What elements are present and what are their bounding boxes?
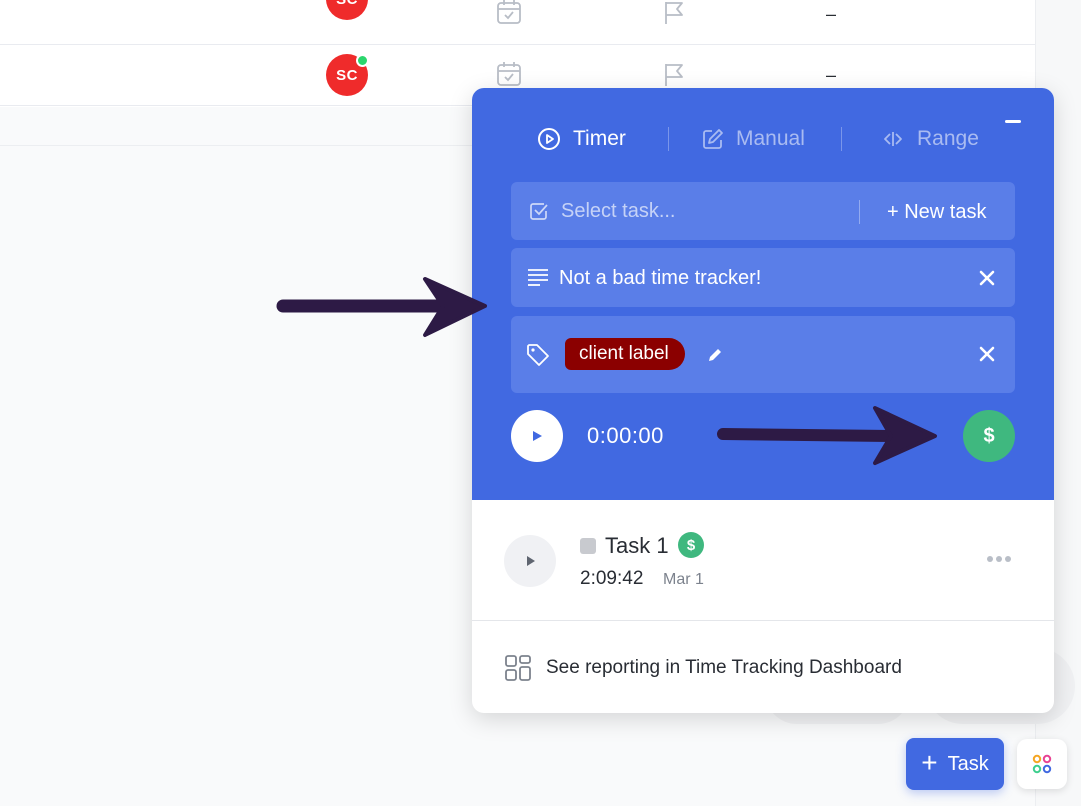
reporting-dashboard-link[interactable]: See reporting in Time Tracking Dashboard xyxy=(504,653,902,683)
time-tracker-popup: Timer Manual Range Select task... + New … xyxy=(472,88,1054,713)
table-row[interactable]: SC – xyxy=(0,0,1035,45)
tab-separator xyxy=(668,127,669,151)
timer-readout: 0:00:00 xyxy=(587,423,664,448)
clear-description-icon[interactable] xyxy=(977,268,997,288)
apps-menu-button[interactable] xyxy=(1017,739,1067,789)
tab-label: Range xyxy=(917,127,979,150)
new-task-button[interactable]: + New task xyxy=(887,201,986,224)
timer-mode-tabs: Timer Manual Range xyxy=(472,123,1054,155)
tab-label: Timer xyxy=(573,127,626,150)
avatar[interactable]: SC xyxy=(326,54,369,96)
tab-manual[interactable]: Manual xyxy=(702,123,805,155)
resume-entry-button[interactable] xyxy=(504,535,556,587)
screen: SC – SC – xyxy=(0,0,1081,806)
dollar-icon: $ xyxy=(686,536,696,554)
avatar-initials: SC xyxy=(336,66,358,84)
entry-task-name[interactable]: Task 1 xyxy=(605,533,669,559)
tab-range[interactable]: Range xyxy=(881,123,979,155)
entry-date: Mar 1 xyxy=(663,571,704,588)
range-arrows-icon xyxy=(884,132,902,146)
start-timer-button[interactable] xyxy=(511,410,563,462)
tab-separator xyxy=(841,127,842,151)
text-lines-icon xyxy=(528,269,548,286)
tab-timer[interactable]: Timer xyxy=(537,123,626,155)
edit-pencil-icon[interactable] xyxy=(706,346,724,364)
tag-chip[interactable]: client label xyxy=(565,338,685,370)
tag-icon xyxy=(527,344,549,366)
apps-grid-icon xyxy=(1032,754,1052,774)
flag-icon[interactable] xyxy=(662,62,688,88)
pencil-square-icon xyxy=(703,129,723,149)
field-separator xyxy=(859,200,860,224)
annotation-arrow-icon xyxy=(276,277,487,337)
dollar-icon: $ xyxy=(983,424,995,447)
billable-toggle-button[interactable]: $ xyxy=(963,410,1015,462)
tags-field[interactable]: client label xyxy=(511,316,1015,393)
tab-label: Manual xyxy=(736,127,805,150)
avatar[interactable]: SC xyxy=(326,0,368,20)
time-entry-row[interactable]: Task 1 $ 2:09:42 Mar 1 xyxy=(472,500,1054,621)
task-status-indicator xyxy=(580,538,596,554)
task-select-placeholder[interactable]: Select task... xyxy=(561,200,676,223)
entry-duration: 2:09:42 xyxy=(580,568,644,589)
description-value[interactable]: Not a bad time tracker! xyxy=(559,267,761,290)
avatar-initials: SC xyxy=(336,0,358,8)
checkbox-icon xyxy=(530,203,548,220)
annotation-arrow-icon xyxy=(717,406,937,465)
add-task-button[interactable]: + Task xyxy=(906,738,1004,790)
task-select-field[interactable]: Select task... + New task xyxy=(511,182,1015,240)
online-status-dot xyxy=(356,54,369,67)
calendar-icon[interactable] xyxy=(496,61,522,87)
dashboard-grid-icon xyxy=(505,655,531,681)
more-options-icon[interactable] xyxy=(987,556,1011,562)
add-task-label: Task xyxy=(947,752,989,775)
flag-icon[interactable] xyxy=(662,0,688,26)
priority-value: – xyxy=(826,4,837,24)
description-field[interactable]: Not a bad time tracker! xyxy=(511,248,1015,307)
reporting-link-label: See reporting in Time Tracking Dashboard xyxy=(546,657,902,678)
calendar-icon[interactable] xyxy=(496,0,522,25)
play-icon xyxy=(527,556,535,566)
plus-icon: + xyxy=(921,746,938,778)
clear-tags-icon[interactable] xyxy=(977,344,997,364)
priority-value: – xyxy=(826,65,837,85)
billable-badge: $ xyxy=(678,532,704,558)
tag-label: client label xyxy=(579,343,669,364)
play-icon xyxy=(533,431,542,441)
play-circle-icon xyxy=(538,128,560,150)
